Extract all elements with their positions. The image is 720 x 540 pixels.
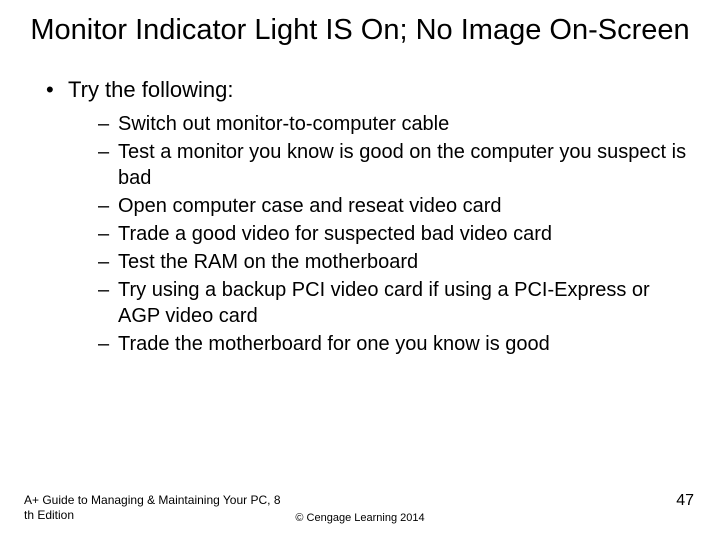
list-item-text: Trade a good video for suspected bad vid… [118, 223, 552, 245]
list-item: Trade a good video for suspected bad vid… [98, 221, 696, 247]
slide-title: Monitor Indicator Light IS On; No Image … [24, 12, 696, 48]
list-item: Trade the motherboard for one you know i… [98, 331, 696, 357]
list-item-text: Test the RAM on the motherboard [118, 251, 418, 273]
list-item: Try using a backup PCI video card if usi… [98, 277, 696, 329]
list-item-text: Test a monitor you know is good on the c… [118, 141, 686, 189]
list-item-text: Open computer case and reseat video card [118, 195, 502, 217]
bullet-list-level1: Try the following: Switch out monitor-to… [24, 76, 696, 357]
list-item-text: Try the following: [68, 77, 233, 102]
list-item-text: Trade the motherboard for one you know i… [118, 333, 550, 355]
list-item: Switch out monitor-to-computer cable [98, 111, 696, 137]
list-item: Test the RAM on the motherboard [98, 249, 696, 275]
list-item: Open computer case and reseat video card [98, 193, 696, 219]
list-item-text: Switch out monitor-to-computer cable [118, 113, 449, 135]
list-item: Test a monitor you know is good on the c… [98, 139, 696, 191]
list-item: Try the following: Switch out monitor-to… [46, 76, 696, 357]
page-number: 47 [676, 492, 694, 510]
list-item-text: Try using a backup PCI video card if usi… [118, 279, 650, 327]
slide: Monitor Indicator Light IS On; No Image … [0, 0, 720, 357]
footer-center: © Cengage Learning 2014 [0, 512, 720, 524]
bullet-list-level2: Switch out monitor-to-computer cable Tes… [68, 111, 696, 357]
